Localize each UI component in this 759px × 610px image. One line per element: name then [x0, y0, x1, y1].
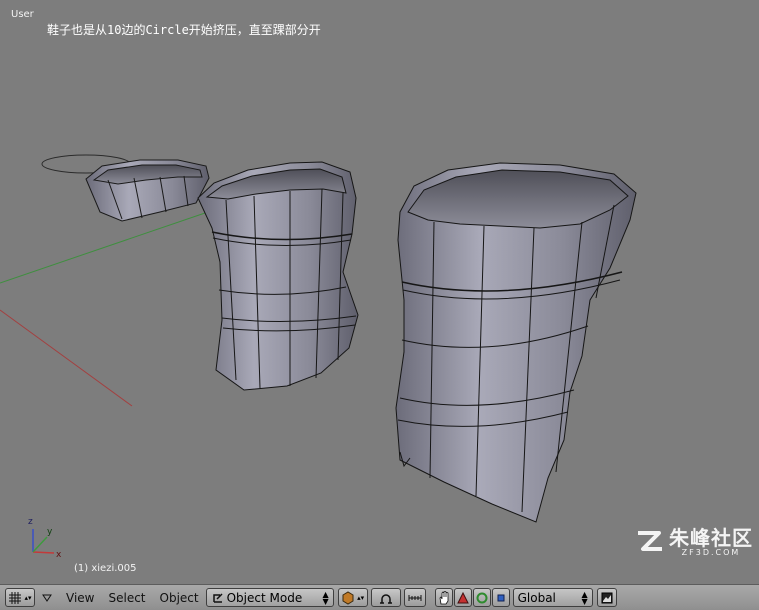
gizmo-y-line: [32, 536, 48, 553]
3d-scene: z x y: [0, 154, 637, 560]
menu-select[interactable]: Select: [108, 591, 145, 605]
hand-icon: [439, 590, 449, 604]
render-button[interactable]: [596, 588, 617, 607]
menu-object[interactable]: Object: [160, 591, 199, 605]
editor-type-arrows-icon: ▴▾: [24, 593, 32, 602]
menu-view[interactable]: View: [66, 591, 94, 605]
viewport-header: ▴▾ View Select Object Object Mode ▲▼ ▴▾: [0, 584, 759, 610]
mode-dropdown[interactable]: Object Mode ▲ ▼: [205, 588, 334, 607]
gizmo-x-line: [32, 551, 55, 554]
orientation-dropdown[interactable]: Global ▲ ▼: [512, 588, 593, 607]
object-mode-icon: [212, 592, 223, 603]
editor-type-button[interactable]: ▴▾: [5, 588, 35, 607]
triangle-down-icon: [42, 594, 52, 602]
3d-viewport[interactable]: z x y User 鞋子也是从10边的Circle开始挤压，直至踝部分开 (1…: [0, 0, 759, 584]
mode-dropdown-arrows-icon: ▲ ▼: [322, 589, 329, 606]
snap-icon: [408, 594, 422, 601]
render-icon: [601, 592, 613, 603]
pivot-button[interactable]: [370, 588, 401, 607]
watermark: 朱峰社区 ZF3D.COM: [635, 525, 753, 557]
rotate-icon: [476, 592, 488, 603]
pivot-icon: [379, 593, 392, 604]
scale-icon: [497, 594, 505, 601]
object-info: (1) xiezi.005: [74, 563, 137, 574]
manipulator-toggle-button[interactable]: [434, 588, 453, 607]
translate-icon: [456, 591, 469, 603]
collapse-menus-button[interactable]: [38, 588, 56, 607]
solid-shading-icon: [342, 590, 354, 605]
axis-gizmo: z x y: [28, 517, 62, 560]
rotate-button[interactable]: [472, 588, 491, 607]
snap-button[interactable]: [403, 588, 426, 607]
translate-button[interactable]: [453, 588, 472, 607]
small-ring-mesh: [85, 159, 210, 222]
orientation-dropdown-label: Global: [517, 590, 556, 605]
tutorial-annotation: 鞋子也是从10边的Circle开始挤压，直至踝部分开: [47, 23, 321, 37]
zf3d-logo-icon: [638, 531, 662, 551]
y-axis-line: [0, 212, 206, 284]
gizmo-x-label: x: [56, 550, 62, 560]
shading-button[interactable]: ▴▾: [337, 588, 368, 607]
middle-boot-mesh: [197, 161, 359, 391]
gizmo-y-label: y: [47, 527, 53, 537]
shading-arrows-icon: ▴▾: [357, 593, 365, 602]
view-label: User: [11, 9, 34, 20]
watermark-brand: 朱峰社区: [669, 525, 753, 550]
gizmo-z-label: z: [28, 517, 33, 527]
orientation-dropdown-arrows-icon: ▲ ▼: [581, 589, 588, 606]
scale-button[interactable]: [491, 588, 510, 607]
mode-dropdown-label: Object Mode: [226, 590, 303, 605]
right-boot-mesh: [395, 162, 637, 523]
x-axis-line: [0, 309, 133, 407]
grid-icon: [9, 591, 22, 604]
